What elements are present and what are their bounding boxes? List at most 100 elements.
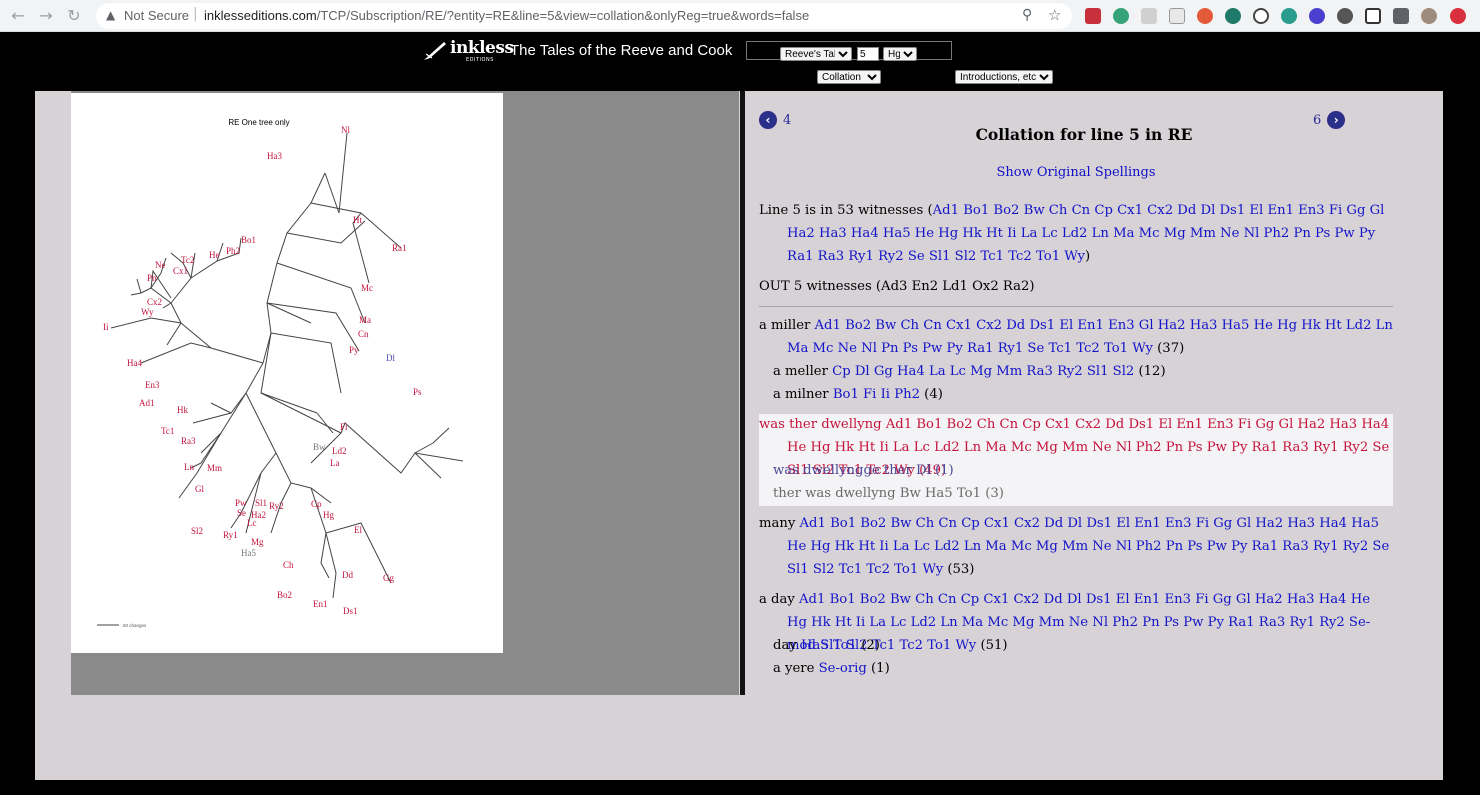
logo-text[interactable]: inkless	[450, 38, 514, 58]
svg-text:Ds1: Ds1	[343, 606, 358, 616]
witness-list: Line 5 is in 53 witnesses (Ad1 Bo1 Bo2 B…	[759, 199, 1393, 268]
svg-text:Ra1: Ra1	[392, 243, 407, 253]
svg-text:Ch: Ch	[283, 560, 294, 570]
forward-arrow-icon[interactable]: →	[36, 6, 56, 26]
svg-text:Ne: Ne	[155, 260, 166, 270]
svg-text:Ht: Ht	[353, 215, 362, 225]
collation-title: Collation for line 5 in RE	[975, 125, 1193, 144]
svg-text:En3: En3	[145, 380, 160, 390]
extension-icon[interactable]	[1085, 8, 1101, 24]
variant-count: (1)	[935, 463, 954, 478]
svg-text:Mc: Mc	[361, 283, 373, 293]
extension-icon[interactable]	[1337, 8, 1353, 24]
browser-toolbar: ← → ↻ ▲ Not Secure | inklesseditions.com…	[0, 0, 1480, 32]
svg-text:Ha4: Ha4	[127, 358, 142, 368]
address-bar[interactable]: ▲ Not Secure | inklesseditions.com/TCP/S…	[96, 3, 1072, 29]
variant-reading: a meller	[773, 364, 828, 379]
bookmark-star-icon[interactable]: ☆	[1048, 6, 1061, 24]
line-number-input[interactable]	[857, 47, 879, 61]
logo-subtext: EDITIONS	[466, 57, 494, 63]
variant-witnesses[interactable]: Se-orig	[819, 661, 867, 676]
svg-text:Ha5: Ha5	[241, 548, 256, 558]
extension-icon[interactable]	[1169, 8, 1185, 24]
svg-text:Sl1: Sl1	[255, 498, 267, 508]
tree-drawing: RE One tree only Nl Ha3 Ht Ra1 Mc Ma Cn …	[97, 118, 464, 628]
view-select[interactable]: Collation	[817, 70, 881, 84]
variant-witnesses[interactable]: Ad1 Bo1 Bo2 Bw Ch Cn Cp Cx1 Cx2 Dd Dl Ds…	[787, 516, 1389, 577]
svg-text:Mm: Mm	[207, 463, 222, 473]
variant-count: (12)	[1138, 364, 1166, 379]
svg-text:Cn: Cn	[358, 329, 369, 339]
svg-text:Dl: Dl	[386, 353, 395, 363]
variant-row: was dwellyngge ther Dl (1)	[773, 459, 1393, 482]
tale-select[interactable]: Reeve's Tale	[780, 47, 852, 61]
tree-pane: RE One tree only Nl Ha3 Ht Ra1 Mc Ma Cn …	[71, 91, 739, 695]
introductions-select[interactable]: Introductions, etc	[955, 70, 1053, 84]
svg-text:Ha3: Ha3	[267, 151, 282, 161]
witness-list-close: )	[1085, 249, 1091, 264]
zoom-icon[interactable]: ⚲	[1022, 7, 1032, 23]
collation-pane: ‹ 4 6 › Collation for line 5 in RE Show …	[745, 91, 1443, 780]
variant-witnesses[interactable]: Ad1 Bo2 Bw Ch Cn Cx1 Cx2 Dd Ds1 El En1 E…	[787, 318, 1393, 356]
reload-icon[interactable]: ↻	[64, 6, 84, 26]
svg-text:Ln: Ln	[184, 462, 194, 472]
svg-text:Ii: Ii	[103, 322, 109, 332]
svg-text:En1: En1	[313, 599, 328, 609]
divider	[759, 306, 1393, 307]
svg-text:Fi: Fi	[340, 422, 348, 432]
variant-count: (2)	[861, 638, 880, 653]
back-arrow-icon[interactable]: ←	[8, 6, 28, 26]
url-text[interactable]: inklesseditions.com/TCP/Subscription/RE/…	[204, 8, 809, 23]
svg-text:Ph2: Ph2	[226, 246, 240, 256]
extension-icon[interactable]	[1365, 8, 1381, 24]
extension-icon[interactable]	[1225, 8, 1241, 24]
puzzle-icon[interactable]	[1393, 8, 1409, 24]
url-host: inklesseditions.com	[204, 8, 317, 23]
avatar[interactable]	[1421, 8, 1437, 24]
manuscript-select[interactable]: Hg	[883, 47, 917, 61]
variant-row: a milner Bo1 Fi Ii Ph2 (4)	[773, 383, 1393, 406]
svg-text:Dd: Dd	[342, 570, 353, 580]
not-secure-label: Not Secure	[124, 8, 190, 23]
variant-witnesses[interactable]: Dl	[916, 463, 931, 478]
variant-count: (37)	[1157, 341, 1185, 356]
variant-reading: a day	[759, 592, 795, 607]
svg-text:Ry1: Ry1	[223, 530, 238, 540]
variant-count: (4)	[924, 387, 943, 402]
svg-text:El: El	[354, 525, 362, 535]
extension-icon[interactable]	[1113, 8, 1129, 24]
svg-text:Ry2: Ry2	[269, 501, 284, 511]
svg-text:Se: Se	[237, 508, 246, 518]
svg-text:Ad1: Ad1	[139, 398, 155, 408]
variant-witnesses[interactable]: Bw Ha5 To1	[900, 486, 981, 501]
variant-witnesses[interactable]: Bo1 Fi Ii Ph2	[833, 387, 920, 402]
svg-text:Hg: Hg	[323, 510, 334, 520]
svg-text:Ma: Ma	[359, 315, 371, 325]
quill-logo-icon	[424, 42, 446, 60]
variant-count: (3)	[985, 486, 1004, 501]
show-original-spellings-link[interactable]: Show Original Spellings	[745, 165, 1407, 180]
svg-text:Sl2: Sl2	[191, 526, 203, 536]
main-frame: RE One tree only Nl Ha3 Ht Ra1 Mc Ma Cn …	[35, 91, 1443, 780]
variant-witnesses[interactable]: Cp Dl Gg Ha4 La Lc Mg Mm Ra3 Ry2 Sl1 Sl2	[832, 364, 1134, 379]
variant-reading: day	[773, 638, 797, 653]
extension-icon[interactable]	[1281, 8, 1297, 24]
svg-text:La: La	[330, 458, 340, 468]
extension-icon[interactable]	[1450, 8, 1466, 24]
variant-witnesses[interactable]: Ha5 To1	[801, 638, 857, 653]
extension-icon[interactable]	[1309, 8, 1325, 24]
variant-reading: was dwellyngge ther	[773, 463, 912, 478]
out-witnesses: OUT 5 witnesses (Ad3 En2 Ld1 Ox2 Ra2)	[759, 279, 1035, 294]
extension-icon[interactable]	[1253, 8, 1269, 24]
svg-text:Gg: Gg	[383, 573, 394, 583]
svg-text:Pn: Pn	[147, 273, 157, 283]
svg-text:Bo2: Bo2	[277, 590, 292, 600]
svg-text:Cx1: Cx1	[173, 266, 188, 276]
svg-text:Gl: Gl	[195, 484, 204, 494]
svg-text:Pw: Pw	[235, 498, 247, 508]
variant-row: a meller Cp Dl Gg Ha4 La Lc Mg Mm Ra3 Ry…	[773, 360, 1393, 383]
extension-icon[interactable]	[1141, 8, 1157, 24]
site-header: inkless EDITIONS The Tales of the Reeve …	[0, 33, 1480, 91]
witness-count-label: Line 5 is in 53 witnesses (	[759, 203, 933, 218]
extension-icon[interactable]	[1197, 8, 1213, 24]
